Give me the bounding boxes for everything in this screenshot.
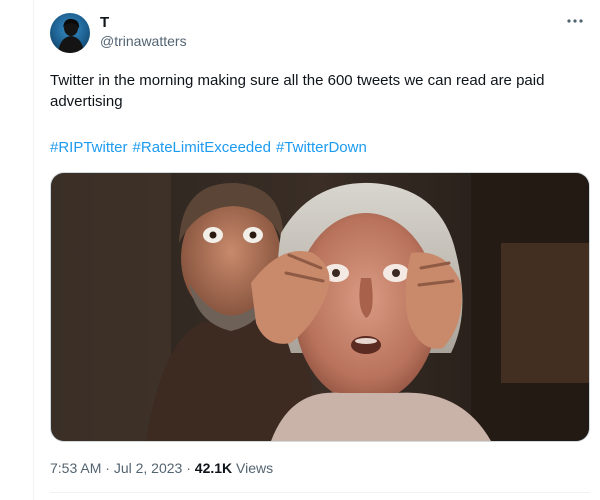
avatar-silhouette-icon bbox=[58, 18, 84, 53]
divider bbox=[50, 492, 590, 493]
meta-separator: · bbox=[105, 460, 110, 476]
hashtag-link[interactable]: #RateLimitExceeded bbox=[133, 139, 271, 156]
hashtag-link[interactable]: #TwitterDown bbox=[276, 139, 367, 156]
tweet: T @trinawatters Twitter in the morning m… bbox=[34, 0, 600, 500]
more-horizontal-icon bbox=[567, 19, 583, 23]
author-handle[interactable]: @trinawatters bbox=[100, 32, 187, 50]
meta-separator: · bbox=[186, 460, 191, 476]
tweet-text: Twitter in the morning making sure all t… bbox=[50, 72, 545, 110]
photo-man-holding-woman-eyes-open bbox=[51, 173, 589, 441]
views-label: Views bbox=[236, 460, 274, 476]
avatar[interactable] bbox=[50, 13, 90, 53]
author-name[interactable]: T bbox=[100, 14, 109, 32]
tweet-date[interactable]: Jul 2, 2023 bbox=[114, 460, 183, 476]
hashtag-link[interactable]: #RIPTwitter bbox=[50, 139, 128, 156]
views-count: 42.1K bbox=[194, 460, 233, 476]
tweet-media-image[interactable] bbox=[50, 172, 590, 442]
tweet-time[interactable]: 7:53 AM bbox=[50, 460, 101, 476]
more-options-button[interactable] bbox=[564, 12, 586, 30]
hashtag-list: #RIPTwitter #RateLimitExceeded #TwitterDow… bbox=[50, 138, 372, 158]
tweet-meta: 7:53 AM · Jul 2, 2023 · 42.1K Views bbox=[50, 458, 273, 478]
